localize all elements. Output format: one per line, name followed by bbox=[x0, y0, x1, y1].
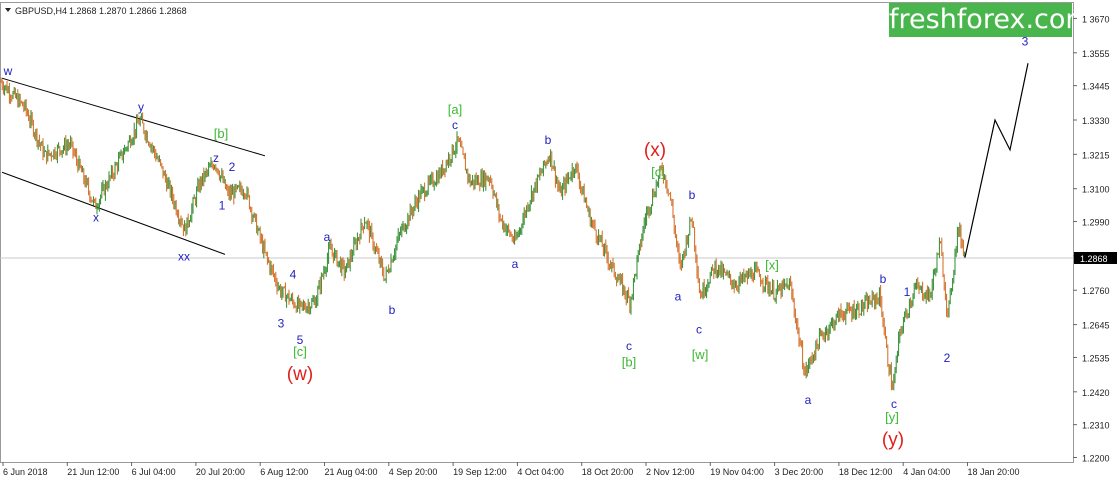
wave-label: (x) bbox=[644, 140, 666, 161]
wave-label: a bbox=[512, 257, 519, 271]
price-tick-label: 1.3215 bbox=[1082, 150, 1110, 160]
time-tick-label: 4 Jan 04:00 bbox=[903, 467, 950, 477]
wave-label: (y) bbox=[882, 430, 904, 451]
time-tick-label: 19 Nov 04:00 bbox=[710, 467, 764, 477]
chart-area[interactable]: 1.3670 1.3555 1.3445 1.3330 1.3215 1.3100 1.29… bbox=[0, 0, 1117, 482]
plot-frame bbox=[0, 2, 1074, 463]
wave-label: 2 bbox=[944, 351, 951, 365]
wave-label: [c] bbox=[651, 165, 665, 180]
price-tick-label: 1.3330 bbox=[1082, 116, 1110, 126]
wave-label: z bbox=[213, 151, 219, 165]
wave-label: 1 bbox=[904, 285, 911, 299]
time-tick-label: 6 Jul 04:00 bbox=[132, 467, 176, 477]
wave-label: b bbox=[545, 133, 552, 147]
time-tick-label: 18 Dec 12:00 bbox=[839, 467, 893, 477]
time-tick-label: 3 Dec 20:00 bbox=[775, 467, 824, 477]
wave-label: 4 bbox=[290, 267, 297, 281]
wave-label: c bbox=[696, 323, 702, 337]
wave-label: c bbox=[626, 339, 632, 353]
wave-label: 3 bbox=[278, 317, 285, 331]
brand-logo: freshforex.com bbox=[889, 3, 1092, 37]
wave-label: a bbox=[805, 393, 812, 407]
price-tick-label: 1.2200 bbox=[1082, 454, 1110, 464]
price-tick-label: 1.2760 bbox=[1082, 286, 1110, 296]
price-tick-label: 1.3100 bbox=[1082, 185, 1110, 195]
wave-label: (w) bbox=[287, 364, 313, 385]
wave-label: [c] bbox=[293, 344, 307, 359]
time-tick-label: 21 Aug 04:00 bbox=[325, 467, 378, 477]
time-tick-label: 4 Sep 20:00 bbox=[389, 467, 438, 477]
time-tick-label: 18 Oct 20:00 bbox=[582, 467, 634, 477]
time-tick-label: 2 Nov 12:00 bbox=[646, 467, 695, 477]
wave-label: y bbox=[138, 100, 144, 114]
price-tick-label: 1.2310 bbox=[1082, 421, 1110, 431]
price-tick-label: 1.2990 bbox=[1082, 218, 1110, 228]
price-tick-label: 1.2645 bbox=[1082, 321, 1110, 331]
last-price-label: 1.2868 bbox=[1080, 254, 1108, 264]
dropdown-triangle-icon bbox=[5, 8, 11, 12]
chart-ohlc: 1.2868 1.2870 1.2866 1.2868 bbox=[69, 6, 187, 16]
price-tick-label: 1.3445 bbox=[1082, 82, 1110, 92]
wave-label: 2 bbox=[229, 160, 236, 174]
wave-label: [a] bbox=[448, 102, 462, 117]
wave-label: [b] bbox=[214, 126, 228, 141]
price-tick-label: 1.2535 bbox=[1082, 353, 1110, 363]
projection-path bbox=[964, 63, 1029, 258]
time-tick-label: 18 Jan 20:00 bbox=[968, 467, 1020, 477]
time-tick-label: 19 Sep 12:00 bbox=[453, 467, 507, 477]
wave-label: b bbox=[389, 303, 396, 317]
wave-label: x bbox=[93, 211, 99, 225]
wave-label: b bbox=[689, 188, 696, 202]
wave-label: [w] bbox=[692, 347, 709, 362]
chart-symbol: GBPUSD,H4 bbox=[15, 6, 67, 16]
time-tick-label: 6 Aug 12:00 bbox=[260, 467, 308, 477]
time-tick-label: 4 Oct 04:00 bbox=[517, 467, 564, 477]
price-tick-label: 1.3555 bbox=[1082, 49, 1110, 59]
wave-label: a bbox=[324, 230, 331, 244]
wave-label: a bbox=[675, 290, 682, 304]
wave-label: c bbox=[452, 118, 458, 132]
time-tick-label: 20 Jul 20:00 bbox=[196, 467, 245, 477]
wave-label: xx bbox=[178, 249, 190, 263]
time-tick-label: 6 Jun 2018 bbox=[3, 467, 48, 477]
price-chart[interactable]: 1.36701.35551.34451.33301.32151.31001.29… bbox=[0, 0, 1117, 482]
wave-label: [b] bbox=[622, 354, 636, 369]
wave-label: b bbox=[880, 272, 887, 286]
time-tick-label: 21 Jun 12:00 bbox=[67, 467, 119, 477]
wave-label: w bbox=[3, 64, 13, 78]
wave-label: 1 bbox=[219, 199, 226, 213]
wave-label: [x] bbox=[765, 257, 779, 272]
wave-label: [y] bbox=[885, 410, 899, 425]
price-tick-label: 1.2420 bbox=[1082, 388, 1110, 398]
